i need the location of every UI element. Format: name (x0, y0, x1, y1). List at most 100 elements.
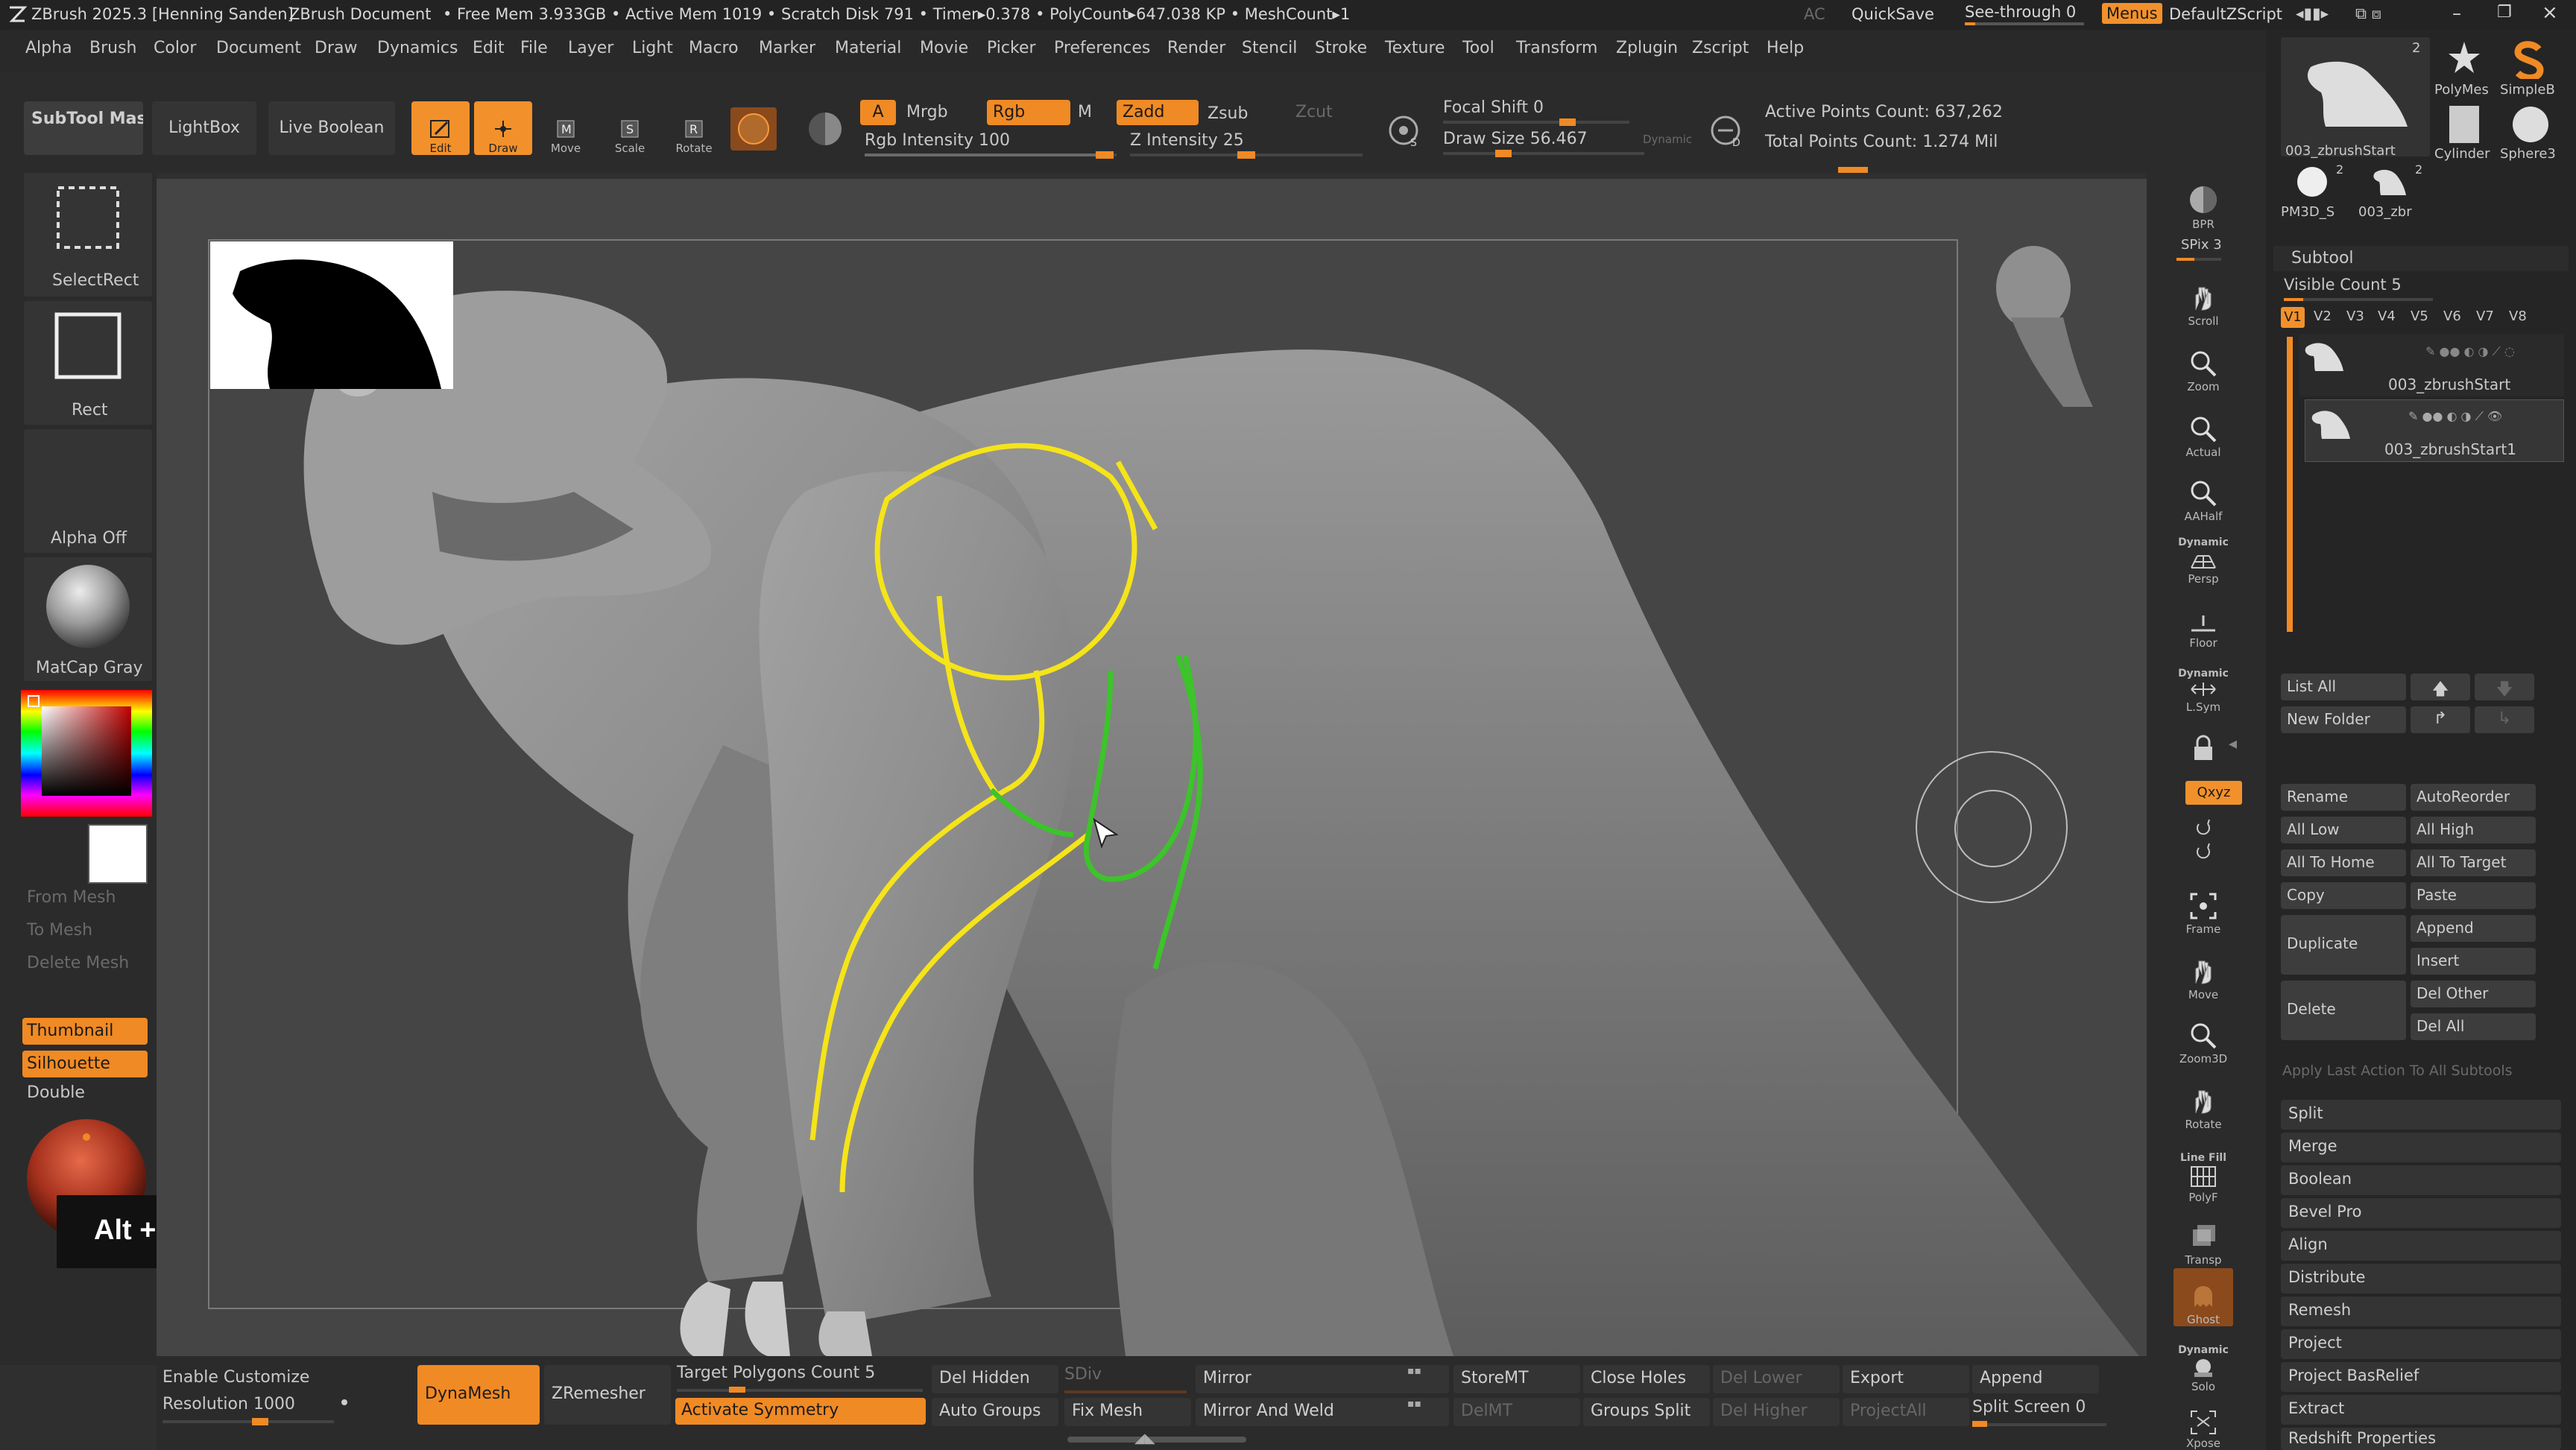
folder-action-2-button[interactable]: ↳ (2475, 706, 2534, 733)
del-other-button[interactable]: Del Other (2411, 981, 2536, 1007)
boolean-menu[interactable]: Boolean (2281, 1165, 2561, 1195)
dynamesh-button[interactable]: DynaMesh (417, 1365, 540, 1425)
thumbnail-toggle[interactable]: Thumbnail (22, 1018, 148, 1045)
color-picker[interactable] (21, 690, 152, 824)
subtool-item-1[interactable]: ✎ ●● ◐ ◑ ⟋ ◌ 003_zbrushStart (2299, 334, 2564, 396)
draw-size-slider[interactable]: Draw Size 56.467 (1443, 130, 1644, 157)
zoom-button[interactable]: Zoom (2174, 335, 2233, 393)
enable-customize-toggle[interactable]: Enable Customize (162, 1368, 309, 1387)
rect-stroke[interactable]: Rect (24, 301, 152, 425)
append-button[interactable]: Append (1972, 1365, 2099, 1393)
subtool-header[interactable]: Subtool (2273, 246, 2569, 271)
menu-preferences[interactable]: Preferences (1054, 39, 1150, 57)
menu-layer[interactable]: Layer (568, 39, 613, 57)
distribute-menu[interactable]: Distribute (2281, 1264, 2561, 1294)
frame-button[interactable]: Frame (2174, 878, 2233, 936)
del-all-button[interactable]: Del All (2411, 1013, 2536, 1040)
zcut-toggle[interactable]: Zcut (1295, 103, 1333, 121)
redshift-properties-menu[interactable]: Redshift Properties (2281, 1428, 2561, 1450)
solo-button[interactable]: Dynamic Solo (2174, 1331, 2233, 1393)
mrgb-toggle[interactable]: Mrgb (906, 103, 948, 121)
rotate-view-button[interactable]: Rotate (2174, 1073, 2233, 1131)
del-higher-button[interactable]: Del Higher (1713, 1398, 1840, 1426)
append-subtool-button[interactable]: Append (2411, 915, 2536, 942)
xpose-button[interactable]: Xpose (2174, 1399, 2233, 1450)
list-all-button[interactable]: List All (2281, 674, 2406, 700)
to-mesh-button[interactable]: To Mesh (27, 921, 92, 940)
default-zscript-button[interactable]: DefaultZScript (2169, 5, 2282, 23)
tool-thumb-main[interactable]: 2 003_zbrushStart (2281, 37, 2430, 159)
duplicate-button[interactable]: Duplicate (2281, 915, 2406, 975)
autoreorder-button[interactable]: AutoReorder (2411, 784, 2536, 811)
apply-last-action-button[interactable]: Apply Last Action To All Subtools (2282, 1063, 2513, 1079)
auto-groups-button[interactable]: Auto Groups (932, 1398, 1058, 1426)
from-mesh-button[interactable]: From Mesh (27, 888, 116, 907)
a-toggle[interactable]: A (860, 100, 896, 125)
live-boolean-button[interactable]: Live Boolean (268, 101, 395, 155)
merge-menu[interactable]: Merge (2281, 1133, 2561, 1162)
persp-button[interactable]: Dynamic Persp (2174, 525, 2233, 586)
split-menu[interactable]: Split (2281, 1100, 2561, 1130)
lsym-button[interactable]: Dynamic L.Sym (2174, 654, 2233, 714)
quicksave-button[interactable]: QuickSave (1852, 5, 1934, 23)
aahalf-button[interactable]: AAHalf (2174, 465, 2233, 523)
toolbar-scroll-indicator[interactable] (1838, 167, 1868, 173)
rotate-mode-button[interactable]: R Rotate (665, 101, 723, 155)
version-tab-v5[interactable]: V5 (2411, 308, 2428, 324)
expand-bottom-arrow-icon[interactable]: ◢◣ (1134, 1431, 1155, 1446)
move-mode-button[interactable]: M Move (537, 101, 595, 155)
menu-dynamics[interactable]: Dynamics (377, 39, 458, 57)
projectall-button[interactable]: ProjectAll (1843, 1398, 1969, 1426)
menu-alpha[interactable]: Alpha (25, 39, 72, 57)
floor-button[interactable]: Floor (2174, 598, 2233, 650)
menus-toggle[interactable]: Menus (2102, 3, 2162, 24)
activate-symmetry-button[interactable]: Activate Symmetry (675, 1398, 926, 1425)
menu-stencil[interactable]: Stencil (1242, 39, 1297, 57)
panel-toggle-icons[interactable]: ⧉ ⧈ (2355, 4, 2381, 23)
seethrough-slider[interactable]: See-through 0 (1965, 3, 2084, 25)
groups-split-button[interactable]: Groups Split (1583, 1398, 1710, 1426)
material-swatch[interactable] (730, 107, 777, 151)
tool-thumb-polymesh[interactable]: PolyMes (2434, 37, 2494, 101)
menu-transform[interactable]: Transform (1516, 39, 1597, 57)
matcap-slot[interactable]: MatCap Gray (24, 557, 152, 681)
actual-button[interactable]: Actual (2174, 401, 2233, 459)
transp-button[interactable]: Transp (2174, 1209, 2233, 1267)
all-low-button[interactable]: All Low (2281, 817, 2406, 843)
mirror-axis-icon[interactable]: ▪▪ (1407, 1365, 1421, 1377)
all-to-target-button[interactable]: All To Target (2411, 849, 2536, 876)
menu-document[interactable]: Document (216, 39, 301, 57)
rotation-axis-buttons[interactable] (2174, 809, 2233, 861)
menu-texture[interactable]: Texture (1385, 39, 1445, 57)
tool-thumb-simplebrush[interactable]: SimpleB (2497, 37, 2564, 101)
version-tab-v3[interactable]: V3 (2346, 308, 2364, 324)
menu-draw[interactable]: Draw (315, 39, 357, 57)
visible-count-slider[interactable]: Visible Count 5 (2281, 273, 2445, 303)
zsub-toggle[interactable]: Zsub (1208, 104, 1248, 123)
menu-help[interactable]: Help (1767, 39, 1804, 57)
tool-thumb-cylinder[interactable]: Cylinder (2434, 104, 2494, 164)
spix-readout[interactable]: SPix 3 (2181, 237, 2222, 253)
version-tab-v1[interactable]: V1 (2281, 307, 2305, 328)
project-basrelief-menu[interactable]: Project BasRelief (2281, 1362, 2561, 1392)
secondary-color-swatch[interactable] (88, 824, 148, 884)
version-tab-v2[interactable]: V2 (2314, 308, 2332, 324)
tool-thumb-sphere[interactable]: Sphere3 (2497, 104, 2564, 164)
subtool-master-button[interactable]: SubTool Master (24, 101, 143, 155)
rgb-intensity-slider[interactable]: Rgb Intensity 100 (865, 131, 1117, 159)
weld-axis-icon[interactable]: ▪▪ (1407, 1398, 1421, 1410)
lock-button[interactable] (2174, 723, 2233, 764)
menu-file[interactable]: File (520, 39, 548, 57)
all-to-home-button[interactable]: All To Home (2281, 849, 2406, 876)
move-view-button[interactable]: Move (2174, 943, 2233, 1001)
menu-zplugin[interactable]: Zplugin (1616, 39, 1678, 57)
project-menu[interactable]: Project (2281, 1329, 2561, 1359)
all-high-button[interactable]: All High (2411, 817, 2536, 843)
split-screen-slider[interactable]: Split Screen 0 (1966, 1398, 2115, 1428)
folder-action-button[interactable]: ↱ (2411, 706, 2470, 733)
menu-picker[interactable]: Picker (987, 39, 1036, 57)
lightbox-button[interactable]: LightBox (152, 101, 256, 155)
focal-shift-slider[interactable]: Focal Shift 0 (1443, 98, 1629, 126)
scale-mode-button[interactable]: S Scale (601, 101, 659, 155)
menu-brush[interactable]: Brush (89, 39, 137, 57)
